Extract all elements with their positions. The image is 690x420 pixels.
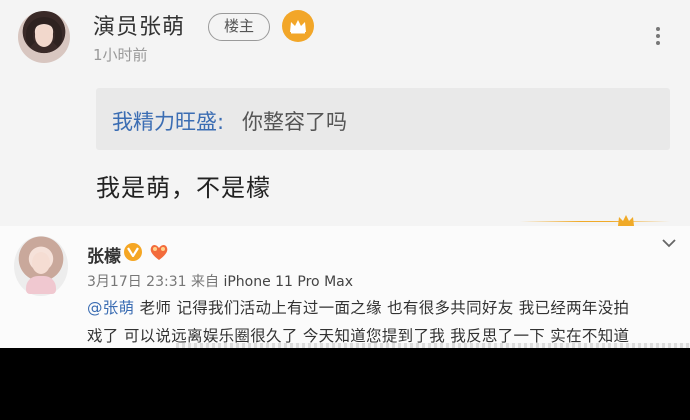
gold-divider	[520, 221, 670, 222]
source-device: iPhone 11 Pro Max	[223, 274, 354, 290]
comment-text-line: @张萌 老师 记得我们活动上有过一面之缘 也有很多共同好友 我已经两年没拍	[87, 296, 629, 318]
bottom-black-band	[0, 348, 690, 420]
comment-meta: 3月17日 23:31 来自 iPhone 11 Pro Max	[87, 271, 353, 291]
avatar-face	[32, 252, 50, 274]
verified-v-icon	[124, 243, 142, 261]
quoted-user[interactable]: 我精力旺盛:	[112, 106, 224, 136]
comment-text: 老师 记得我们活动上有过一面之缘 也有很多共同好友 我已经两年没拍	[134, 299, 630, 317]
fan-badge-icon	[150, 244, 168, 260]
commenter-name[interactable]: 张檬	[87, 242, 121, 267]
screen: 演员张萌 楼主 1小时前 我精力旺盛: 你整容了吗 我是萌，不是檬 张檬 3月1…	[0, 0, 690, 420]
second-comment-panel: 张檬 3月17日 23:31 来自 iPhone 11 Pro Max @张萌 …	[0, 226, 690, 348]
crown-badge-icon[interactable]	[282, 10, 314, 42]
more-vertical-icon[interactable]	[650, 25, 666, 47]
source-prefix: 来自	[190, 274, 219, 290]
chevron-down-icon[interactable]	[660, 234, 678, 252]
comment-timestamp: 3月17日 23:31	[87, 274, 187, 290]
post-time: 1小时前	[93, 46, 148, 64]
avatar[interactable]	[14, 236, 68, 296]
op-badge: 楼主	[208, 13, 270, 41]
avatar-shirt	[26, 276, 56, 294]
avatar-face	[35, 25, 53, 47]
avatar[interactable]	[18, 11, 70, 63]
top-comment-panel: 演员张萌 楼主 1小时前 我精力旺盛: 你整容了吗 我是萌，不是檬	[0, 0, 690, 226]
reply-text: 我是萌，不是檬	[96, 174, 271, 202]
quoted-comment[interactable]: 我精力旺盛: 你整容了吗	[96, 88, 670, 150]
author-name[interactable]: 演员张萌	[93, 9, 185, 41]
mention-link[interactable]: @张萌	[87, 299, 134, 317]
quoted-text: 你整容了吗	[242, 110, 347, 134]
